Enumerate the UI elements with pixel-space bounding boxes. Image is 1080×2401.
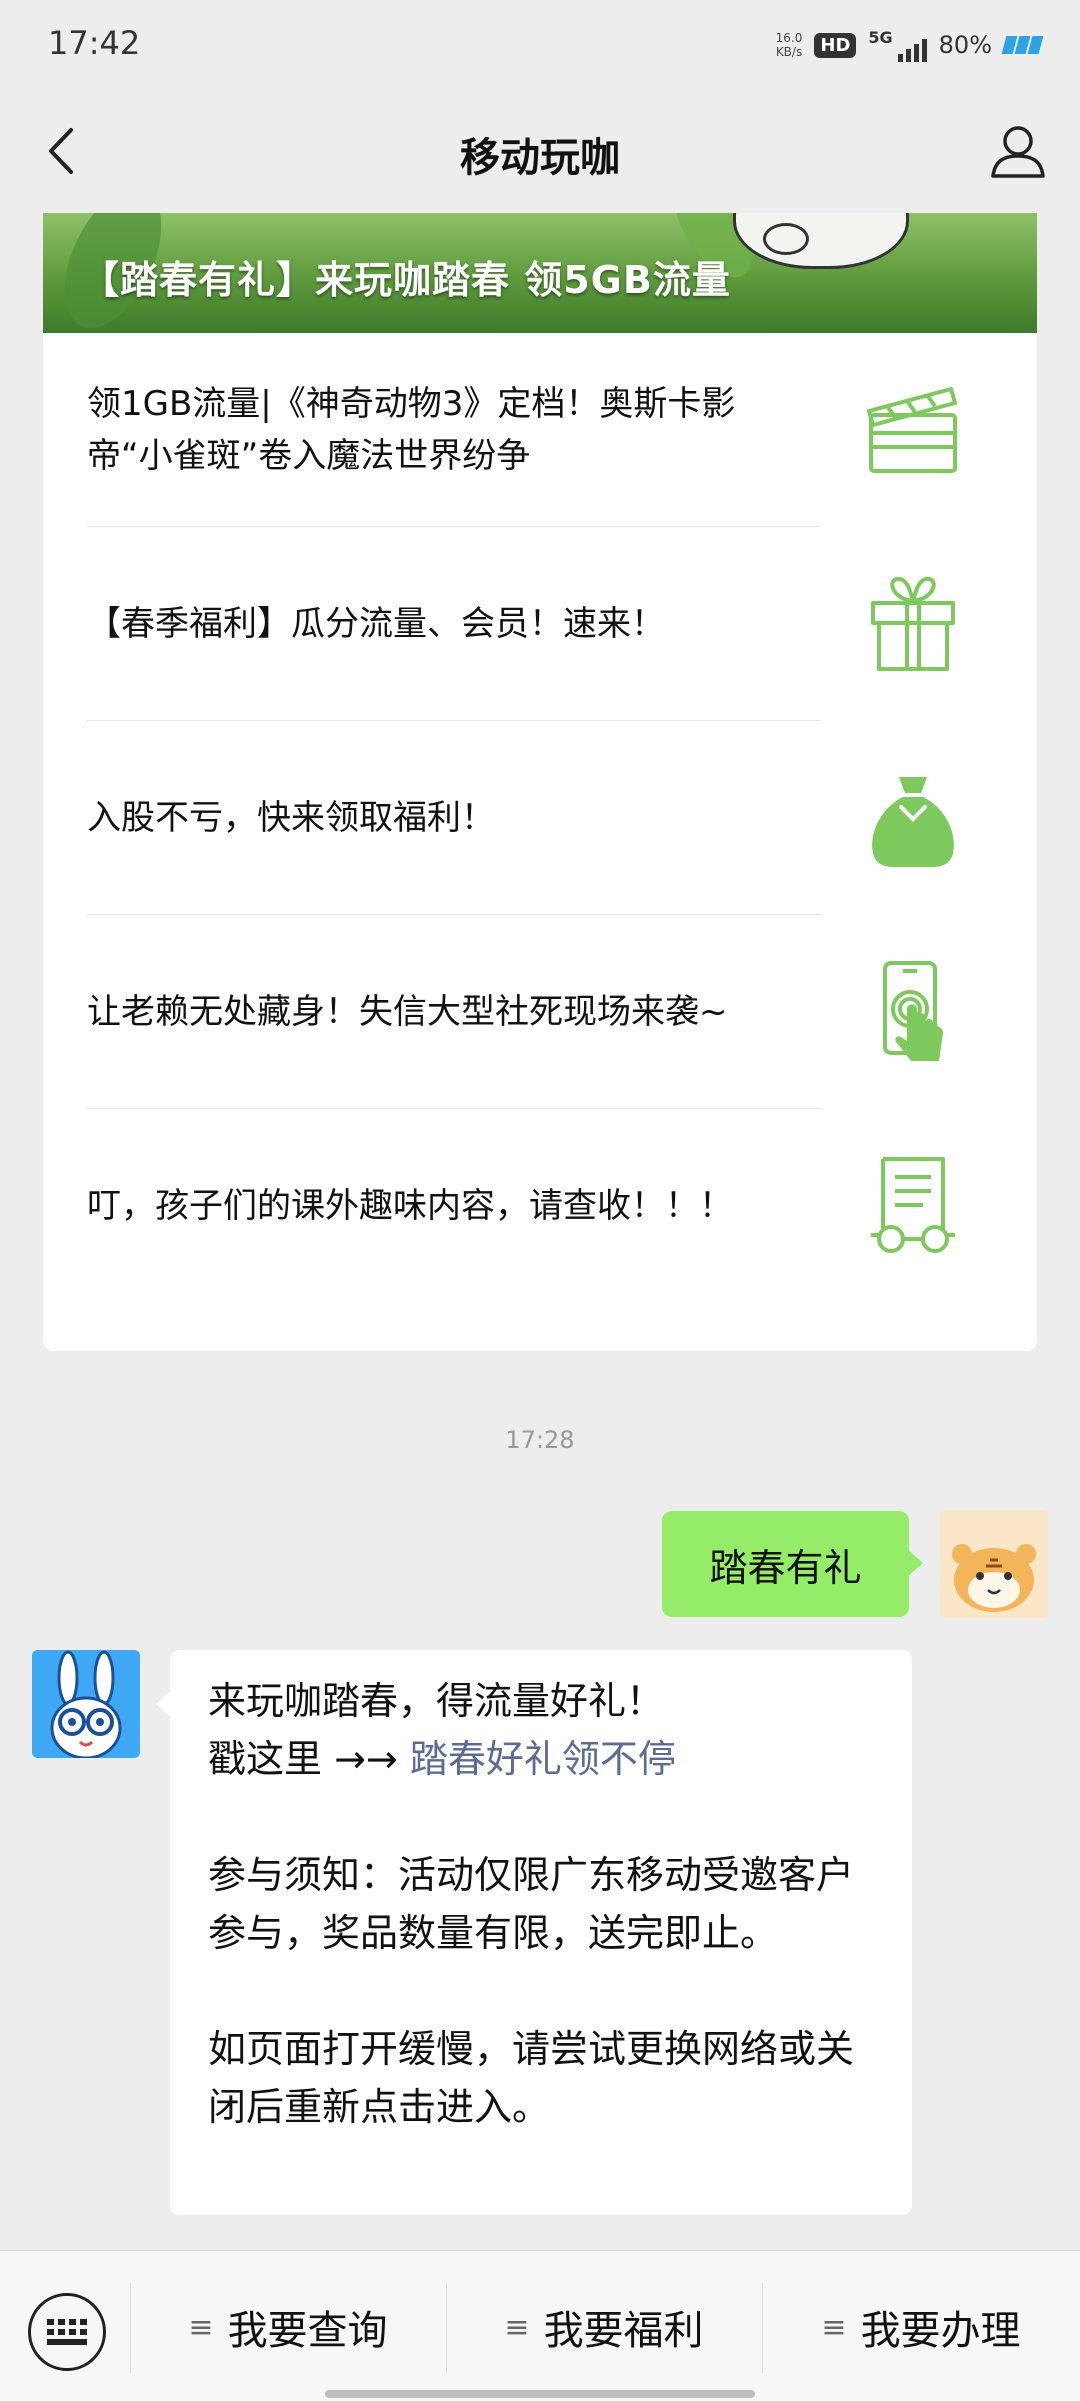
chat-header: 移动玩咖 — [0, 95, 1080, 213]
article-item[interactable]: 领1GB流量|《神奇动物3》定档！奥斯卡影帝“小雀斑”卷入魔法世界纷争 — [43, 333, 1037, 527]
article-item[interactable]: 【春季福利】瓜分流量、会员！速来！ — [43, 527, 1037, 721]
battery-icon — [1001, 34, 1050, 56]
menu-handle-button[interactable]: ≡ 我要办理 — [762, 2289, 1080, 2365]
promo-link[interactable]: 踏春好礼领不停 — [410, 1737, 676, 1781]
message-timestamp: 17:28 — [505, 1426, 575, 1454]
money-bag-icon — [872, 777, 954, 867]
gift-box-icon — [871, 576, 955, 671]
home-indicator[interactable] — [325, 2390, 755, 2398]
bot-message-bubble: 来玩咖踏春，得流量好礼！ 戳这里 →→ 踏春好礼领不停 参与须知：活动仅限广东移… — [156, 1650, 912, 2215]
status-bar: 17:42 16.0 KB/s HD 5G 80% — [0, 0, 1080, 95]
article-title: 让老赖无处藏身！失信大型社死现场来袭~ — [87, 992, 728, 1032]
network-speed: 16.0 KB/s — [775, 31, 803, 59]
keyboard-toggle-button[interactable] — [28, 2293, 106, 2371]
status-time: 17:42 — [48, 24, 141, 62]
article-card: 【踏春有礼】来玩咖踏春 领5GB流量 领1GB流量|《神奇动物3》定档！奥斯卡影… — [43, 213, 1037, 1351]
article-title: 叮，孩子们的课外趣味内容，请查收！！！ — [87, 1186, 733, 1226]
notice-text: 参与须知：活动仅限广东移动受邀客户参与，奖品数量有限，送完即止。 — [208, 1853, 855, 1955]
document-glasses-icon — [871, 1157, 955, 1253]
my-message-bubble[interactable]: 踏春有礼 — [662, 1511, 923, 1617]
article-item[interactable]: 叮，孩子们的课外趣味内容，请查收！！！ — [43, 1109, 1037, 1303]
menu-welfare-button[interactable]: ≡ 我要福利 — [446, 2289, 762, 2365]
bot-message-text: 来玩咖踏春，得流量好礼！ 戳这里 →→ 踏春好礼领不停 参与须知：活动仅限广东移… — [208, 1672, 888, 2136]
my-avatar[interactable] — [940, 1510, 1048, 1618]
bunny-avatar-icon — [32, 1650, 140, 1758]
bot-avatar[interactable] — [32, 1650, 140, 1758]
article-item[interactable]: 让老赖无处藏身！失信大型社死现场来袭~ — [43, 915, 1037, 1109]
menu-lines-icon: ≡ — [188, 2309, 214, 2345]
tip-text: 如页面打开缓慢，请尝试更换网络或关闭后重新点击进入。 — [208, 2027, 855, 2129]
article-title: 入股不亏，快来领取福利！ — [87, 798, 495, 838]
hd-icon: HD — [814, 32, 857, 58]
article-title: 【春季福利】瓜分流量、会员！速来！ — [87, 604, 665, 644]
banner-title: 【踏春有礼】来玩咖踏春 领5GB流量 — [81, 258, 731, 302]
page-title: 移动玩咖 — [460, 135, 620, 181]
signal-icon: 5G — [868, 28, 927, 62]
bottom-menu-bar: ≡ 我要查询 ≡ 我要福利 ≡ 我要办理 — [0, 2250, 1080, 2401]
menu-lines-icon: ≡ — [504, 2309, 530, 2345]
menu-query-button[interactable]: ≡ 我要查询 — [130, 2289, 446, 2365]
menu-lines-icon: ≡ — [821, 2309, 847, 2345]
banner-article[interactable]: 【踏春有礼】来玩咖踏春 领5GB流量 — [43, 213, 1037, 333]
status-icons: 16.0 KB/s HD 5G 80% — [776, 28, 1050, 62]
profile-button[interactable] — [986, 119, 1050, 183]
keyboard-icon — [47, 2319, 87, 2345]
tiger-avatar-icon — [940, 1510, 1048, 1618]
person-icon — [991, 126, 1045, 178]
article-item[interactable]: 入股不亏，快来领取福利！ — [43, 721, 1037, 915]
clapperboard-icon — [867, 387, 957, 473]
article-title: 领1GB流量|《神奇动物3》定档！奥斯卡影帝“小雀斑”卷入魔法世界纷争 — [87, 384, 736, 476]
battery-percent: 80% — [938, 31, 992, 59]
phone-touch-icon — [883, 961, 943, 1061]
